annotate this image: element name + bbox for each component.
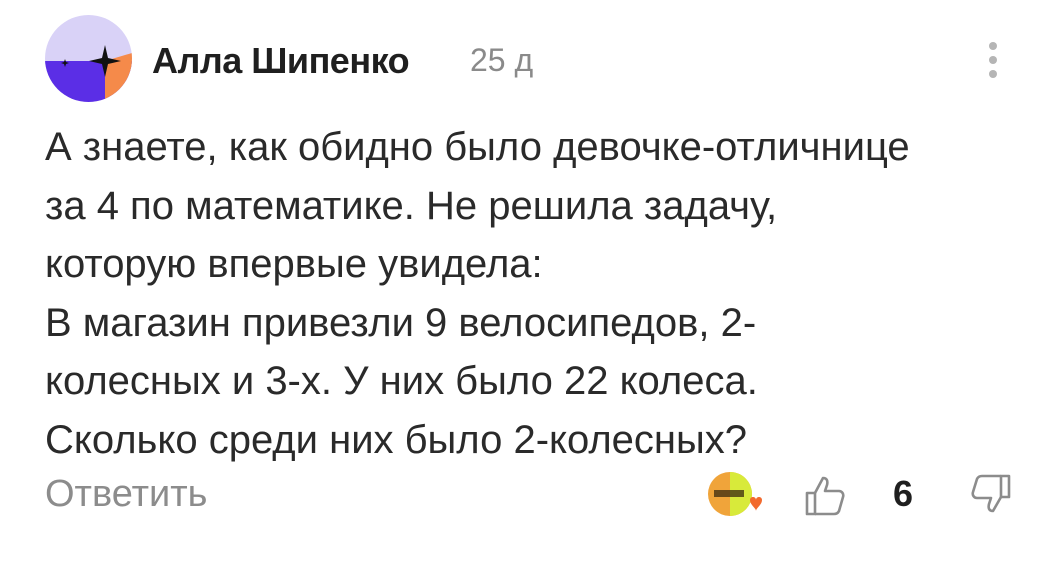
comment-line: А знаете, как обидно было девочке-отличн… bbox=[45, 125, 910, 169]
comment-time: 25 д bbox=[470, 42, 534, 78]
more-dot bbox=[989, 42, 997, 50]
more-dot bbox=[989, 56, 997, 64]
thumbs-down-icon[interactable] bbox=[968, 470, 1014, 516]
avatar-image bbox=[45, 15, 132, 102]
comment-line: за 4 по математике. Не решила задачу, bbox=[45, 183, 778, 228]
like-graphic bbox=[805, 476, 845, 516]
more-options-icon[interactable] bbox=[978, 40, 1008, 80]
comment-text: А знаете, как обидно было девочке-отличн… bbox=[45, 118, 1035, 469]
more-dot bbox=[989, 70, 997, 78]
comment-line: которую впервые увидела: bbox=[45, 242, 543, 286]
author-name[interactable]: Алла Шипенко bbox=[152, 40, 410, 82]
comment-line: колесных и 3-х. У них было 22 колеса. bbox=[45, 359, 758, 403]
avatar[interactable] bbox=[45, 15, 132, 102]
thumbs-up-icon[interactable] bbox=[802, 473, 848, 519]
comment: Алла Шипенко 25 д А знаете, как обидно б… bbox=[0, 0, 1059, 561]
reaction-emoji-icon[interactable] bbox=[706, 470, 764, 520]
comment-line: В магазин привезли 9 велосипедов, 2- bbox=[45, 300, 757, 345]
dislike-graphic bbox=[971, 474, 1011, 513]
likes-count: 6 bbox=[893, 473, 914, 514]
reaction-graphic bbox=[708, 472, 762, 516]
reply-button[interactable]: Ответить bbox=[45, 473, 207, 516]
comment-line: Сколько среди них было 2-колесных? bbox=[45, 417, 748, 462]
